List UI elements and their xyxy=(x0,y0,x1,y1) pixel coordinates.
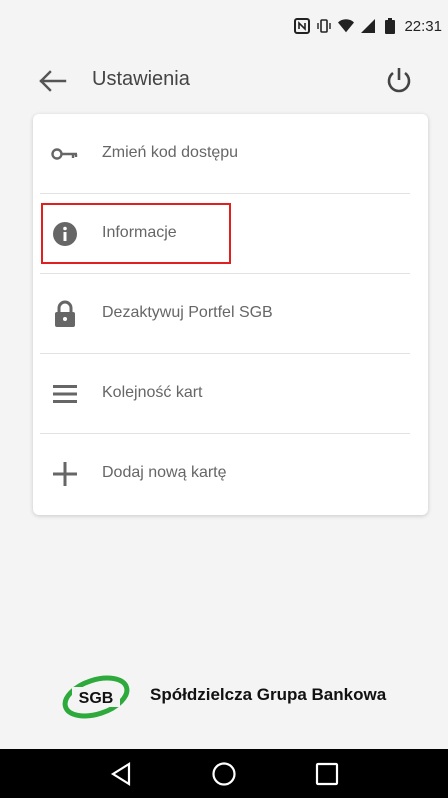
info-icon xyxy=(49,218,81,250)
menu-item-add-card[interactable]: Dodaj nową kartę xyxy=(33,434,428,514)
nav-recents-button[interactable] xyxy=(307,754,347,794)
back-triangle-icon xyxy=(111,761,131,786)
nav-home-button[interactable] xyxy=(204,754,244,794)
home-circle-icon xyxy=(212,761,236,786)
menu-item-card-order[interactable]: Kolejność kart xyxy=(33,354,428,434)
signal-icon xyxy=(360,18,376,34)
status-bar: 22:31 xyxy=(0,0,448,52)
battery-icon xyxy=(382,18,398,34)
sgb-logo: SGB xyxy=(58,667,138,723)
power-icon xyxy=(387,68,411,93)
menu-item-label: Informacje xyxy=(102,224,177,241)
menu-lines-icon xyxy=(49,378,81,410)
brand-name: Spółdzielcza Grupa Bankowa xyxy=(150,685,387,704)
settings-card: Zmień kod dostępu Informacje Dezaktywuj … xyxy=(33,114,428,515)
back-button[interactable] xyxy=(36,65,68,97)
vibrate-icon xyxy=(316,18,332,34)
page-title: Ustawienia xyxy=(92,68,190,90)
plus-icon xyxy=(49,458,81,490)
menu-item-deactivate-wallet[interactable]: Dezaktywuj Portfel SGB xyxy=(33,274,428,354)
menu-item-change-passcode[interactable]: Zmień kod dostępu xyxy=(33,114,428,194)
arrow-left-icon xyxy=(39,70,67,92)
app-bar: Ustawienia xyxy=(0,52,448,108)
menu-item-label: Kolejność kart xyxy=(102,384,203,401)
wifi-icon xyxy=(338,18,355,34)
power-button[interactable] xyxy=(382,63,416,97)
menu-item-label: Dezaktywuj Portfel SGB xyxy=(102,304,273,321)
key-icon xyxy=(49,138,81,170)
lock-icon xyxy=(49,298,81,330)
nav-back-button[interactable] xyxy=(101,754,141,794)
system-nav-bar xyxy=(0,749,448,798)
menu-item-label: Zmień kod dostępu xyxy=(102,144,239,161)
nfc-icon xyxy=(294,18,311,34)
menu-item-information[interactable]: Informacje xyxy=(33,194,428,274)
recents-square-icon xyxy=(315,762,338,785)
menu-item-label: Dodaj nową kartę xyxy=(102,464,227,481)
status-time: 22:31 xyxy=(404,17,442,35)
sgb-logo-text: SGB xyxy=(79,690,114,707)
brand-footer: SGB Spółdzielcza Grupa Bankowa xyxy=(58,667,418,723)
